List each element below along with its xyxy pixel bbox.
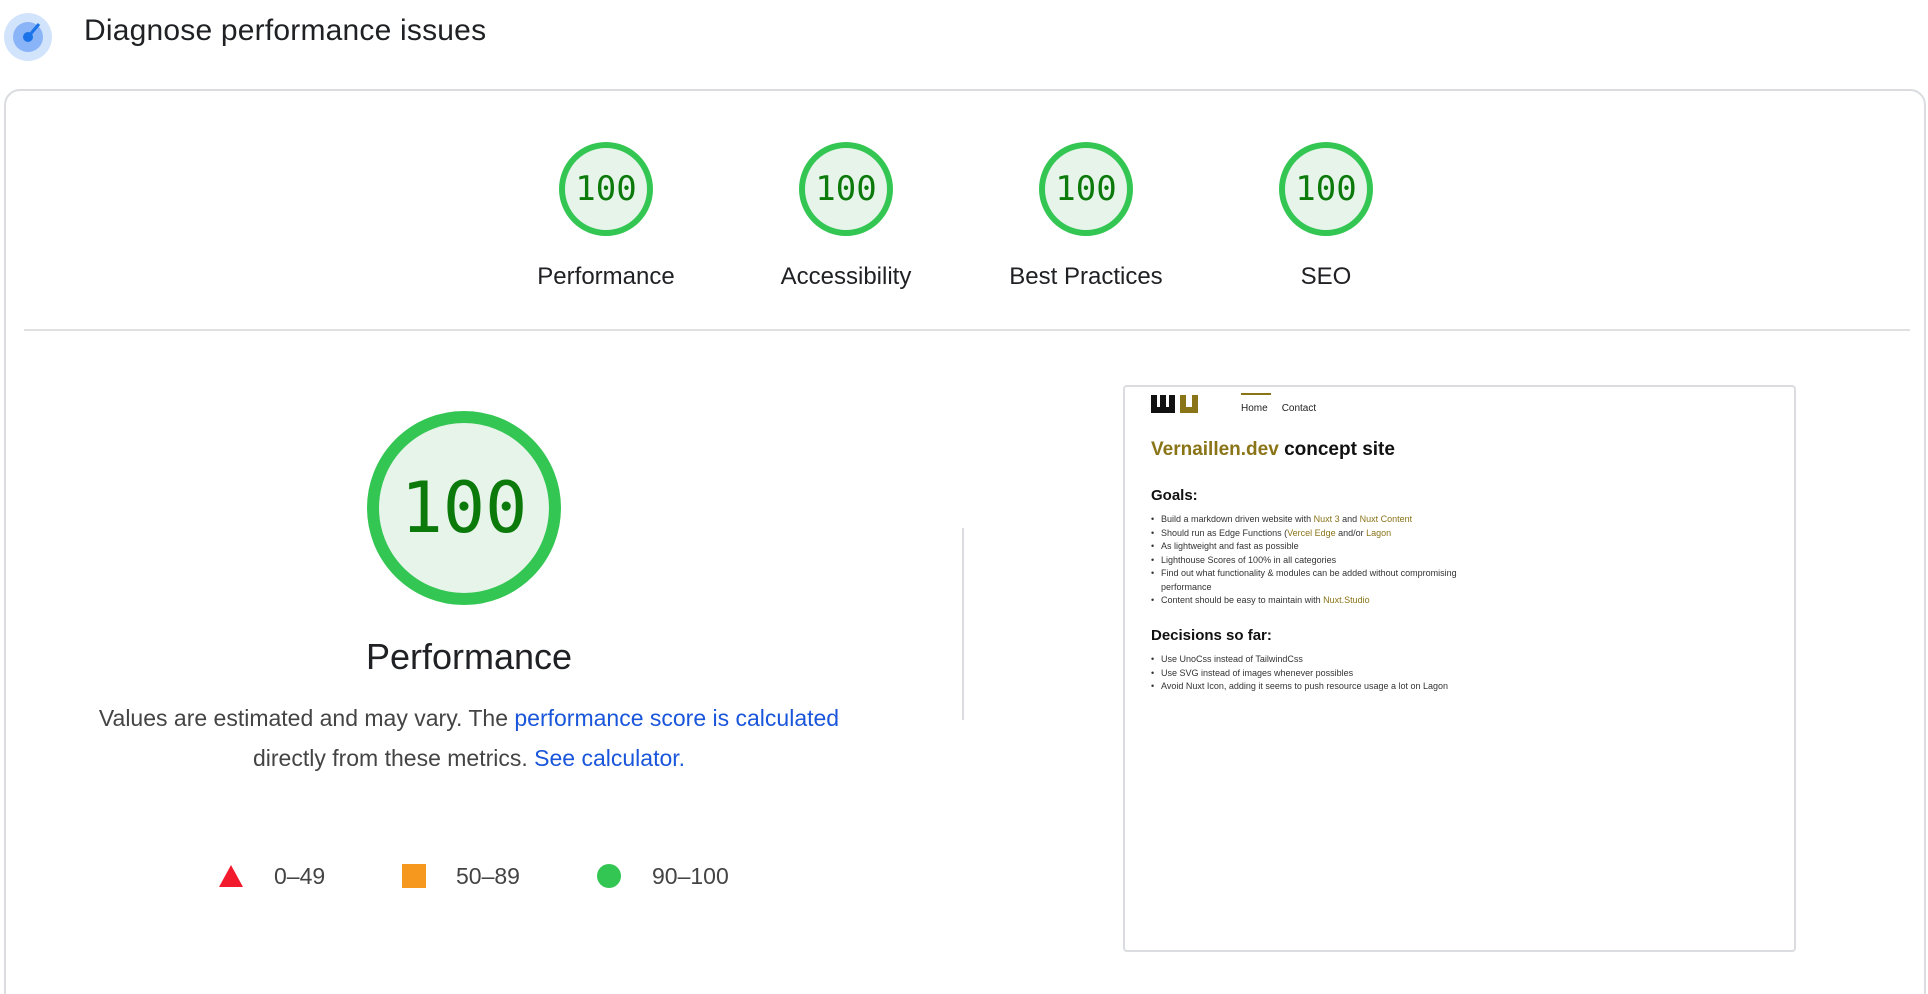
goals-list: Build a markdown driven website with Nux… — [1151, 513, 1481, 608]
legend-pass-label: 90–100 — [652, 862, 729, 889]
desc-text-1: Values are estimated and may vary. The — [98, 705, 515, 731]
decisions-list: Use UnoCss instead of TailwindCss Use SV… — [1151, 653, 1481, 694]
score-ring: 100 — [558, 141, 654, 237]
final-screenshot[interactable]: Home Contact Vernaillen.dev concept site… — [1123, 385, 1796, 952]
site-logo-icon — [1151, 395, 1198, 413]
section-header: Diagnose performance issues — [0, 0, 1928, 66]
divider — [24, 329, 1910, 331]
score-ring: 100 — [1278, 141, 1374, 237]
nav-home: Home — [1241, 403, 1268, 414]
orange-square-icon — [402, 864, 426, 888]
legend-average: 50–89 — [402, 860, 520, 892]
gauge-label: Best Practices — [1009, 263, 1163, 290]
list-item: Content should be easy to maintain with … — [1151, 594, 1481, 608]
site-heading-rest: concept site — [1278, 439, 1395, 460]
gauge-label: SEO — [1300, 263, 1352, 290]
site-brand: Vernaillen.dev — [1151, 439, 1279, 460]
performance-main-gauge: 100 — [366, 410, 562, 606]
desc-text-2: directly from these metrics. — [252, 745, 535, 771]
section-title: Diagnose performance issues — [84, 14, 487, 47]
score-value: 100 — [1055, 169, 1117, 209]
legend-fail-label: 0–49 — [274, 862, 326, 889]
score-ring: 100 — [798, 141, 894, 237]
score-value: 100 — [1295, 169, 1357, 209]
legend-pass: 90–100 — [596, 860, 729, 892]
nav-contact: Contact — [1281, 403, 1317, 414]
gauge-seo[interactable]: 100 SEO — [1206, 141, 1446, 291]
legend-fail: 0–49 — [218, 860, 325, 892]
vertical-separator — [962, 528, 964, 720]
score-value: 100 — [575, 169, 637, 209]
list-item: Should run as Edge Functions (Vercel Edg… — [1151, 527, 1481, 541]
gauge-label: Performance — [537, 263, 675, 290]
score-calculated-link[interactable]: performance score is calculated — [514, 705, 839, 731]
red-triangle-icon — [219, 865, 243, 887]
gauge-label: Accessibility — [780, 263, 912, 290]
list-item: As lightweight and fast as possible — [1151, 540, 1481, 554]
list-item: Build a markdown driven website with Nux… — [1151, 513, 1481, 527]
legend-average-label: 50–89 — [456, 862, 520, 889]
list-item: Use UnoCss instead of TailwindCss — [1151, 653, 1481, 667]
score-value: 100 — [815, 169, 877, 209]
list-item: Use SVG instead of images whenever possi… — [1151, 667, 1481, 681]
gauge-best-practices[interactable]: 100 Best Practices — [966, 141, 1206, 291]
site-heading: Vernaillen.dev concept site — [1151, 439, 1395, 461]
performance-title: Performance — [365, 636, 573, 677]
lighthouse-gauge-icon — [3, 12, 53, 62]
see-calculator-link[interactable]: See calculator. — [534, 745, 685, 771]
list-item: Lighthouse Scores of 100% in all categor… — [1151, 554, 1481, 568]
category-gauges: 100 Performance 100 Accessibility 100 Be… — [6, 141, 1924, 301]
green-circle-icon — [597, 864, 621, 888]
gauge-performance[interactable]: 100 Performance — [486, 141, 726, 291]
performance-description: Values are estimated and may vary. The p… — [40, 698, 898, 778]
active-nav-indicator — [1241, 393, 1271, 395]
list-item: Avoid Nuxt Icon, adding it seems to push… — [1151, 680, 1481, 694]
site-nav: Home Contact — [1241, 393, 1330, 414]
gauge-accessibility[interactable]: 100 Accessibility — [726, 141, 966, 291]
performance-score: 100 — [400, 467, 528, 549]
goals-heading: Goals: — [1151, 487, 1198, 504]
list-item: Find out what functionality & modules ca… — [1151, 567, 1481, 594]
decisions-heading: Decisions so far: — [1151, 627, 1272, 644]
score-ring: 100 — [1038, 141, 1134, 237]
